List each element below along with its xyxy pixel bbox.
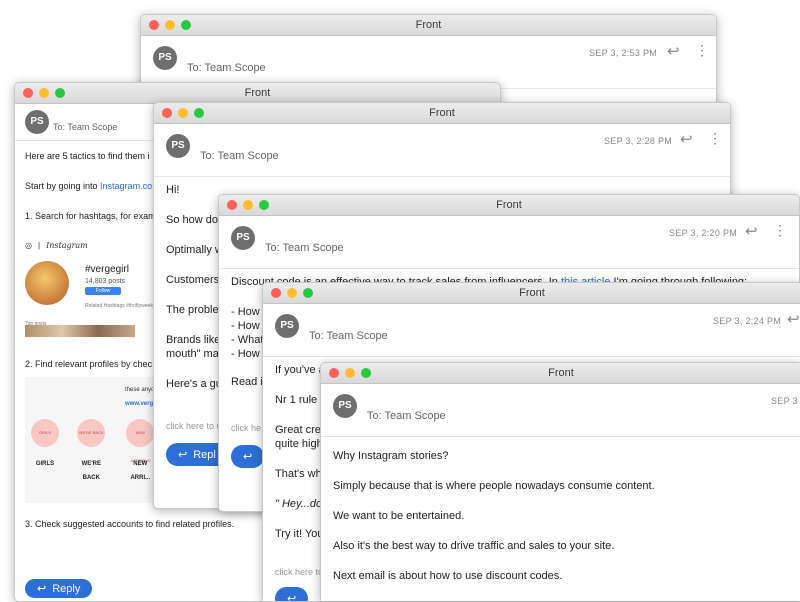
highlight-label: WE'RE BACK: [81, 461, 101, 481]
close-button[interactable]: [23, 88, 33, 98]
message-header: PS To: Team Scope SEP 3, 2:28 PM ↩ ⋮: [154, 124, 730, 177]
timestamp: SEP 3, 2:24 PM: [713, 316, 782, 326]
avatar: PS: [166, 134, 190, 158]
window-title: Front: [429, 107, 455, 119]
recipient: To: Team Scope: [53, 122, 118, 132]
window-title: Front: [244, 87, 271, 99]
close-button[interactable]: [227, 200, 237, 210]
close-button[interactable]: [162, 108, 172, 118]
recipient: To: Team Scope: [200, 150, 279, 162]
avatar: PS: [333, 394, 357, 418]
compose-hint[interactable]: click he: [231, 423, 261, 433]
window-title: Front: [519, 287, 545, 299]
profile-highlights: these anyo www.verg GIRLS GIRLS WE'RE BAC…: [25, 377, 163, 503]
post-thumbnails: [25, 325, 135, 337]
avatar: PS: [25, 110, 49, 134]
minimize-button[interactable]: [165, 20, 175, 30]
reply-icon[interactable]: ↩: [745, 222, 758, 240]
window-title: Front: [548, 367, 574, 379]
zoom-button[interactable]: [181, 20, 191, 30]
reply-icon[interactable]: ↩: [787, 310, 800, 328]
compose-hint[interactable]: click here to: [275, 567, 323, 577]
avatar: PS: [231, 226, 255, 250]
minimize-button[interactable]: [178, 108, 188, 118]
timestamp: SEP 3, 2:20 PM: [669, 228, 738, 238]
message-body: Why Instagram stories? Simply because th…: [321, 437, 800, 601]
window-title: Front: [496, 199, 522, 211]
zoom-button[interactable]: [55, 88, 65, 98]
body-line: We want to be entertained.: [333, 510, 465, 522]
minimize-button[interactable]: [39, 88, 49, 98]
highlight-label: NEW ARRI...: [130, 461, 151, 481]
highlight-circle[interactable]: GIRLS: [31, 419, 59, 447]
recipient: To: Team Scope: [265, 242, 344, 254]
highlight-label: GIRLS: [35, 461, 55, 467]
body-line: Also it's the best way to drive traffic …: [333, 540, 615, 552]
profile-photo: [25, 261, 69, 305]
zoom-button[interactable]: [259, 200, 269, 210]
highlight-circle[interactable]: NEW ARRIVALS: [126, 419, 155, 463]
message-header: PS To: Team Scope SEP 3, 2:24 PM ↩: [263, 304, 800, 357]
body-line: Simply because that is where people nowa…: [333, 480, 655, 492]
recipient: To: Team Scope: [187, 62, 266, 74]
body-line: Why Instagram stories?: [333, 450, 449, 462]
body-line: Next email is about how to use discount …: [333, 570, 563, 582]
more-icon[interactable]: ⋮: [773, 222, 787, 239]
window-title: Front: [415, 19, 442, 31]
reply-icon: ↩: [287, 593, 297, 602]
instagram-link[interactable]: Instagram.co: [100, 181, 152, 191]
title-bar: Front: [263, 283, 800, 304]
more-icon[interactable]: ⋮: [695, 42, 709, 59]
more-icon[interactable]: ⋮: [708, 130, 722, 147]
minimize-button[interactable]: [345, 368, 355, 378]
reply-icon[interactable]: ↩: [680, 130, 693, 148]
zoom-button[interactable]: [194, 108, 204, 118]
title-bar: Front: [219, 195, 799, 216]
close-button[interactable]: [271, 288, 281, 298]
compose-hint[interactable]: click here to u: [166, 421, 222, 431]
title-bar: Front: [321, 363, 800, 384]
timestamp: SEP 3, 2:28 PM: [604, 136, 673, 146]
zoom-button[interactable]: [361, 368, 371, 378]
email-window-6: Front PS To: Team Scope SEP 3 Why Instag…: [320, 362, 800, 601]
avatar: PS: [153, 46, 177, 70]
close-button[interactable]: [329, 368, 339, 378]
reply-icon: ↩: [37, 583, 47, 595]
minimize-button[interactable]: [243, 200, 253, 210]
reply-icon: ↩: [243, 451, 253, 463]
minimize-button[interactable]: [287, 288, 297, 298]
recipient: To: Team Scope: [309, 330, 388, 342]
recipient: To: Team Scope: [367, 410, 446, 422]
title-bar: Front: [154, 103, 730, 124]
message-header: PS To: Team Scope SEP 3: [321, 384, 800, 437]
reply-button[interactable]: ↩: [231, 445, 265, 468]
follow-button[interactable]: Follow: [85, 287, 121, 295]
timestamp: SEP 3, 2:53 PM: [589, 48, 658, 58]
close-button[interactable]: [149, 20, 159, 30]
message-header: PS To: Team Scope SEP 3, 2:20 PM ↩ ⋮: [219, 216, 799, 269]
reply-icon[interactable]: ↩: [667, 42, 680, 60]
reply-button[interactable]: ↩ Reply: [25, 579, 93, 598]
avatar: PS: [275, 314, 299, 338]
title-bar: Front: [15, 83, 500, 104]
instagram-logo: Instagram: [46, 241, 88, 250]
zoom-button[interactable]: [303, 288, 313, 298]
instagram-icon: ◎: [25, 241, 32, 250]
title-bar: Front: [141, 15, 716, 36]
reply-icon: ↩: [178, 449, 188, 461]
highlight-circle[interactable]: WE'RE BACK: [77, 419, 106, 447]
timestamp: SEP 3: [771, 396, 798, 406]
